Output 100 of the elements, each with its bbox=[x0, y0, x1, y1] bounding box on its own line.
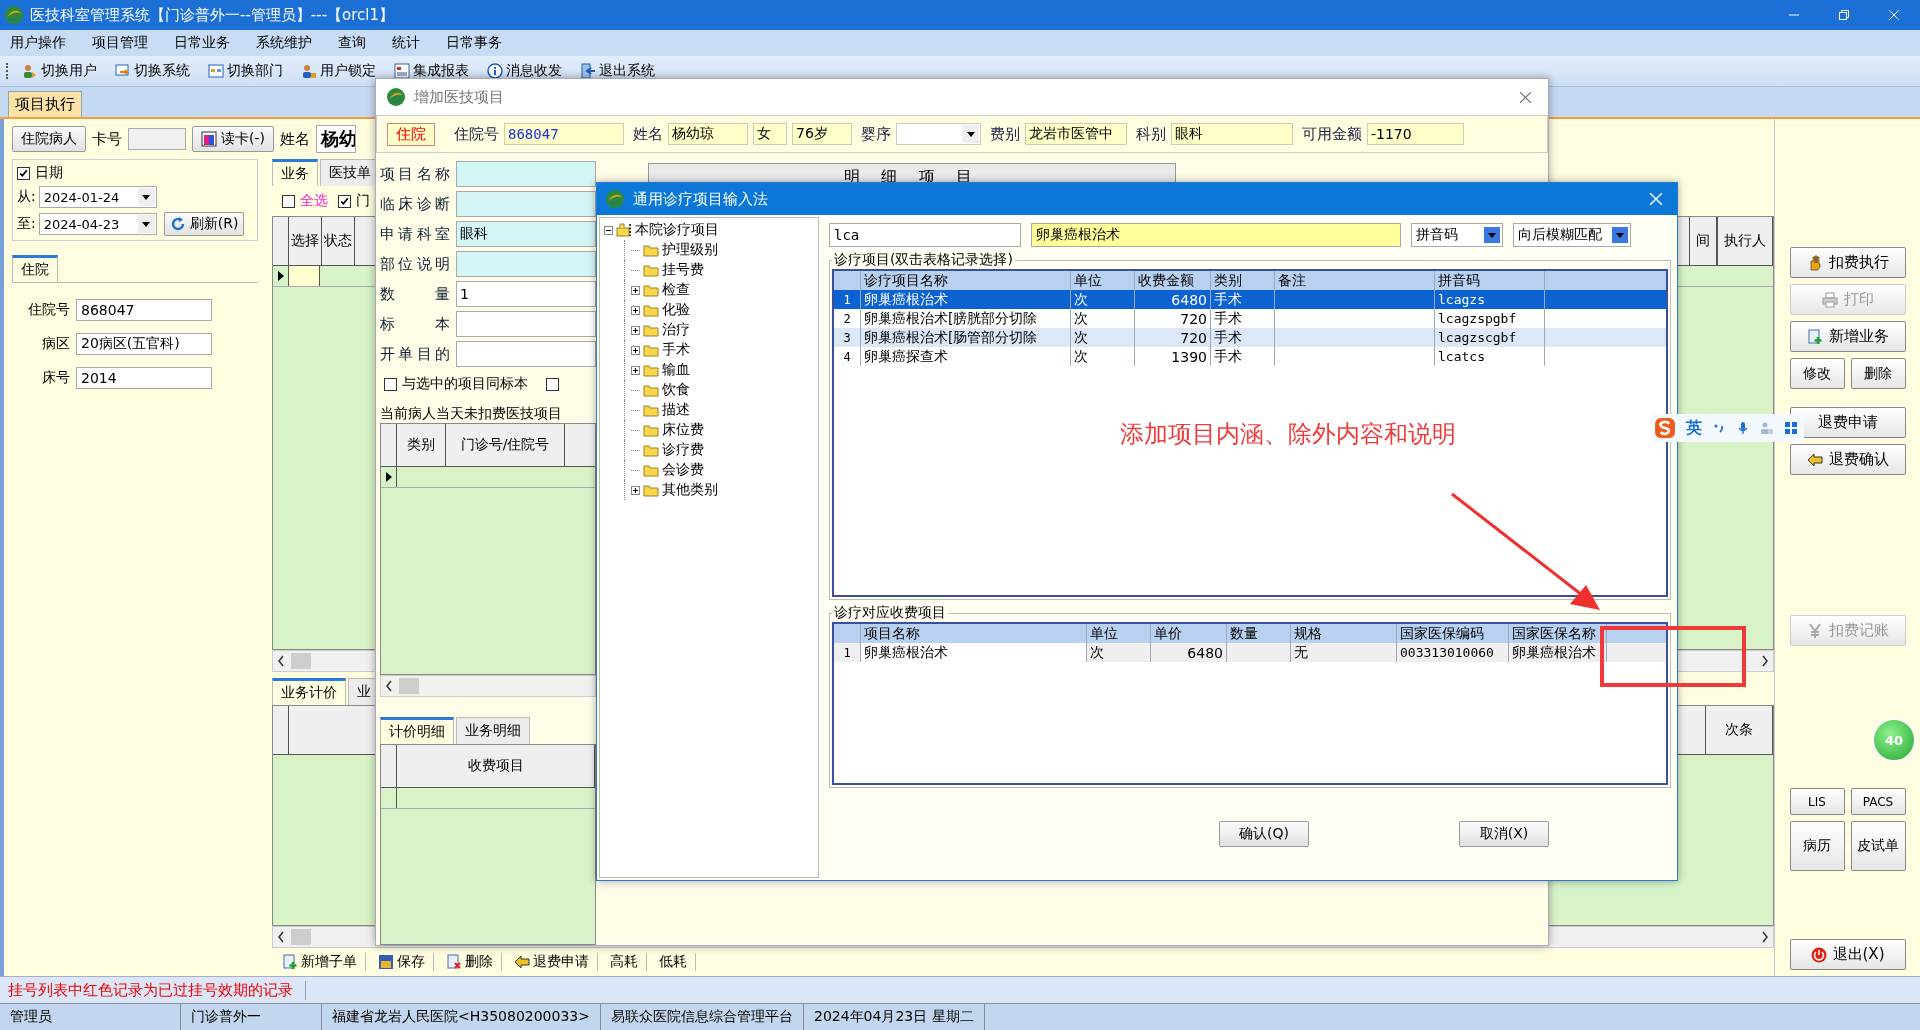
side-button[interactable]: PACS bbox=[1850, 788, 1906, 815]
side-button[interactable]: 删除 bbox=[1850, 358, 1906, 389]
plus-box-icon[interactable] bbox=[631, 365, 640, 375]
to-date-field[interactable]: 2024-04-23 bbox=[38, 213, 157, 235]
main-tab[interactable]: 项目执行 bbox=[8, 91, 82, 117]
side-button[interactable]: LIS bbox=[1789, 788, 1845, 815]
filter-checkbox[interactable]: 门 bbox=[338, 192, 370, 210]
code-search-field[interactable]: lca bbox=[829, 223, 1021, 247]
plus-box-icon[interactable] bbox=[631, 305, 640, 315]
input-method-logo-icon[interactable] bbox=[1654, 417, 1676, 439]
input-mode-toggle[interactable]: 英 bbox=[1686, 417, 1702, 439]
dropdown-field[interactable] bbox=[896, 123, 981, 145]
side-button[interactable]: 新增业务 bbox=[1789, 321, 1906, 352]
tree-item[interactable]: 描述 bbox=[604, 400, 818, 420]
toolbar-button[interactable]: 切换用户 bbox=[16, 62, 103, 80]
tree-item[interactable]: 治疗 bbox=[604, 320, 818, 340]
scroll-left-icon[interactable] bbox=[385, 680, 393, 692]
form-field[interactable] bbox=[456, 161, 596, 187]
scroll-left-icon[interactable] bbox=[277, 931, 285, 943]
side-button[interactable]: 扣费执行 bbox=[1789, 247, 1906, 278]
toolbar-button[interactable]: 切换系统 bbox=[109, 62, 196, 80]
toolbar-button[interactable]: 高耗 bbox=[602, 953, 647, 971]
tree-item[interactable]: 会诊费 bbox=[604, 460, 818, 480]
tree-item[interactable]: 输血 bbox=[604, 360, 818, 380]
menu-item[interactable]: 项目管理 bbox=[92, 34, 148, 52]
form-field[interactable] bbox=[456, 191, 596, 217]
scrollbar-thumb[interactable] bbox=[291, 653, 311, 669]
text-field[interactable]: 20病区(五官科) bbox=[76, 333, 212, 355]
read-card-button[interactable]: 读卡(-) bbox=[192, 126, 274, 152]
toolbar-button[interactable]: 新增子单 bbox=[274, 953, 366, 971]
tree-item[interactable]: 挂号费 bbox=[604, 260, 818, 280]
table-row[interactable]: 1 卵巢癌根治术 次 6480 手术 lcagzs bbox=[834, 290, 1666, 309]
toolbar-button[interactable]: 低耗 bbox=[651, 953, 696, 971]
select-all-checkbox[interactable]: 全选 bbox=[282, 192, 328, 210]
form-field[interactable] bbox=[456, 251, 596, 277]
dropdown-button[interactable] bbox=[137, 215, 155, 233]
scrollbar-thumb[interactable] bbox=[291, 929, 311, 945]
dialog-button[interactable]: 取消(X) bbox=[1459, 821, 1549, 847]
microphone-icon[interactable] bbox=[1736, 421, 1750, 435]
close-icon[interactable] bbox=[1519, 90, 1532, 104]
inpatient-tab[interactable]: 住院 bbox=[12, 255, 58, 282]
detail-tab[interactable]: 业务明细 bbox=[456, 717, 530, 744]
tree-item[interactable]: 床位费 bbox=[604, 420, 818, 440]
name-field[interactable]: 杨幼 bbox=[316, 125, 356, 153]
tree-item[interactable]: 检查 bbox=[604, 280, 818, 300]
pricing-tab[interactable]: 业务计价 bbox=[272, 678, 346, 705]
menu-item[interactable]: 日常事务 bbox=[446, 34, 502, 52]
horizontal-scrollbar[interactable] bbox=[380, 675, 596, 697]
tree-item[interactable]: 诊疗费 bbox=[604, 440, 818, 460]
form-field[interactable] bbox=[456, 341, 596, 367]
plus-box-icon[interactable] bbox=[631, 345, 640, 355]
refresh-button[interactable]: 刷新(R) bbox=[163, 212, 245, 236]
from-date-field[interactable]: 2024-01-24 bbox=[38, 186, 157, 208]
scroll-right-icon[interactable] bbox=[1761, 931, 1769, 943]
dropdown-button[interactable] bbox=[137, 188, 155, 206]
info-field[interactable]: 76岁 bbox=[792, 123, 852, 145]
form-field[interactable]: 眼科 bbox=[456, 221, 596, 247]
side-button[interactable]: 退出(X) bbox=[1789, 939, 1906, 970]
table-row[interactable]: 3 卵巢癌根治术[肠管部分切除 次 720 手术 lcagzscgbf bbox=[834, 328, 1666, 347]
tree-item[interactable]: 其他类别 bbox=[604, 480, 818, 500]
toolbar-button[interactable]: 保存 bbox=[370, 953, 434, 971]
info-field[interactable]: 杨幼琼 bbox=[668, 123, 748, 145]
detail-tab[interactable]: 计价明细 bbox=[380, 717, 454, 744]
plus-box-icon[interactable] bbox=[631, 485, 640, 495]
side-button[interactable]: 病历 bbox=[1789, 821, 1845, 871]
side-button[interactable]: 退费确认 bbox=[1789, 444, 1906, 475]
code-type-dropdown[interactable]: 拼音码 bbox=[1411, 223, 1503, 247]
card-field[interactable] bbox=[128, 128, 186, 150]
toolbar-button[interactable]: 切换部门 bbox=[202, 62, 289, 80]
form-field[interactable] bbox=[456, 311, 596, 337]
tree-item[interactable]: 本院诊疗项目 bbox=[604, 220, 818, 240]
toolbar-button[interactable]: 用户锁定 bbox=[295, 62, 382, 80]
scroll-left-icon[interactable] bbox=[277, 655, 285, 667]
info-field[interactable]: 女 bbox=[753, 123, 787, 145]
info-field[interactable]: 眼科 bbox=[1171, 123, 1293, 145]
name-search-field[interactable]: 卵巢癌根治术 bbox=[1031, 223, 1401, 247]
business-tab[interactable]: 业务 bbox=[272, 159, 318, 186]
info-field[interactable]: 龙岩市医管中 bbox=[1025, 123, 1127, 145]
restore-icon[interactable] bbox=[1838, 9, 1850, 21]
toolbar-button[interactable]: 删除 bbox=[438, 953, 502, 971]
match-mode-dropdown[interactable]: 向后模糊匹配 bbox=[1513, 223, 1631, 247]
menu-item[interactable]: 用户操作 bbox=[10, 34, 66, 52]
date-checkbox[interactable]: 日期 bbox=[17, 164, 253, 182]
grid-icon[interactable] bbox=[1784, 421, 1798, 435]
side-button[interactable]: 修改 bbox=[1789, 358, 1845, 389]
tree-item[interactable]: 饮食 bbox=[604, 380, 818, 400]
info-field[interactable]: -1170 bbox=[1367, 123, 1464, 145]
tree-item[interactable]: 护理级别 bbox=[604, 240, 818, 260]
text-field[interactable]: 868047 bbox=[76, 299, 212, 321]
menu-item[interactable]: 统计 bbox=[392, 34, 420, 52]
scroll-right-icon[interactable] bbox=[1761, 655, 1769, 667]
menu-item[interactable]: 查询 bbox=[338, 34, 366, 52]
checkbox[interactable] bbox=[546, 377, 559, 391]
menu-item[interactable]: 日常业务 bbox=[174, 34, 230, 52]
text-field[interactable]: 2014 bbox=[76, 367, 212, 389]
patient-type-button[interactable]: 住院病人 bbox=[12, 126, 86, 152]
info-field[interactable]: 868047 bbox=[504, 123, 624, 145]
scrollbar-thumb[interactable] bbox=[399, 678, 419, 694]
minus-box-icon[interactable] bbox=[604, 225, 613, 235]
menu-item[interactable]: 系统维护 bbox=[256, 34, 312, 52]
